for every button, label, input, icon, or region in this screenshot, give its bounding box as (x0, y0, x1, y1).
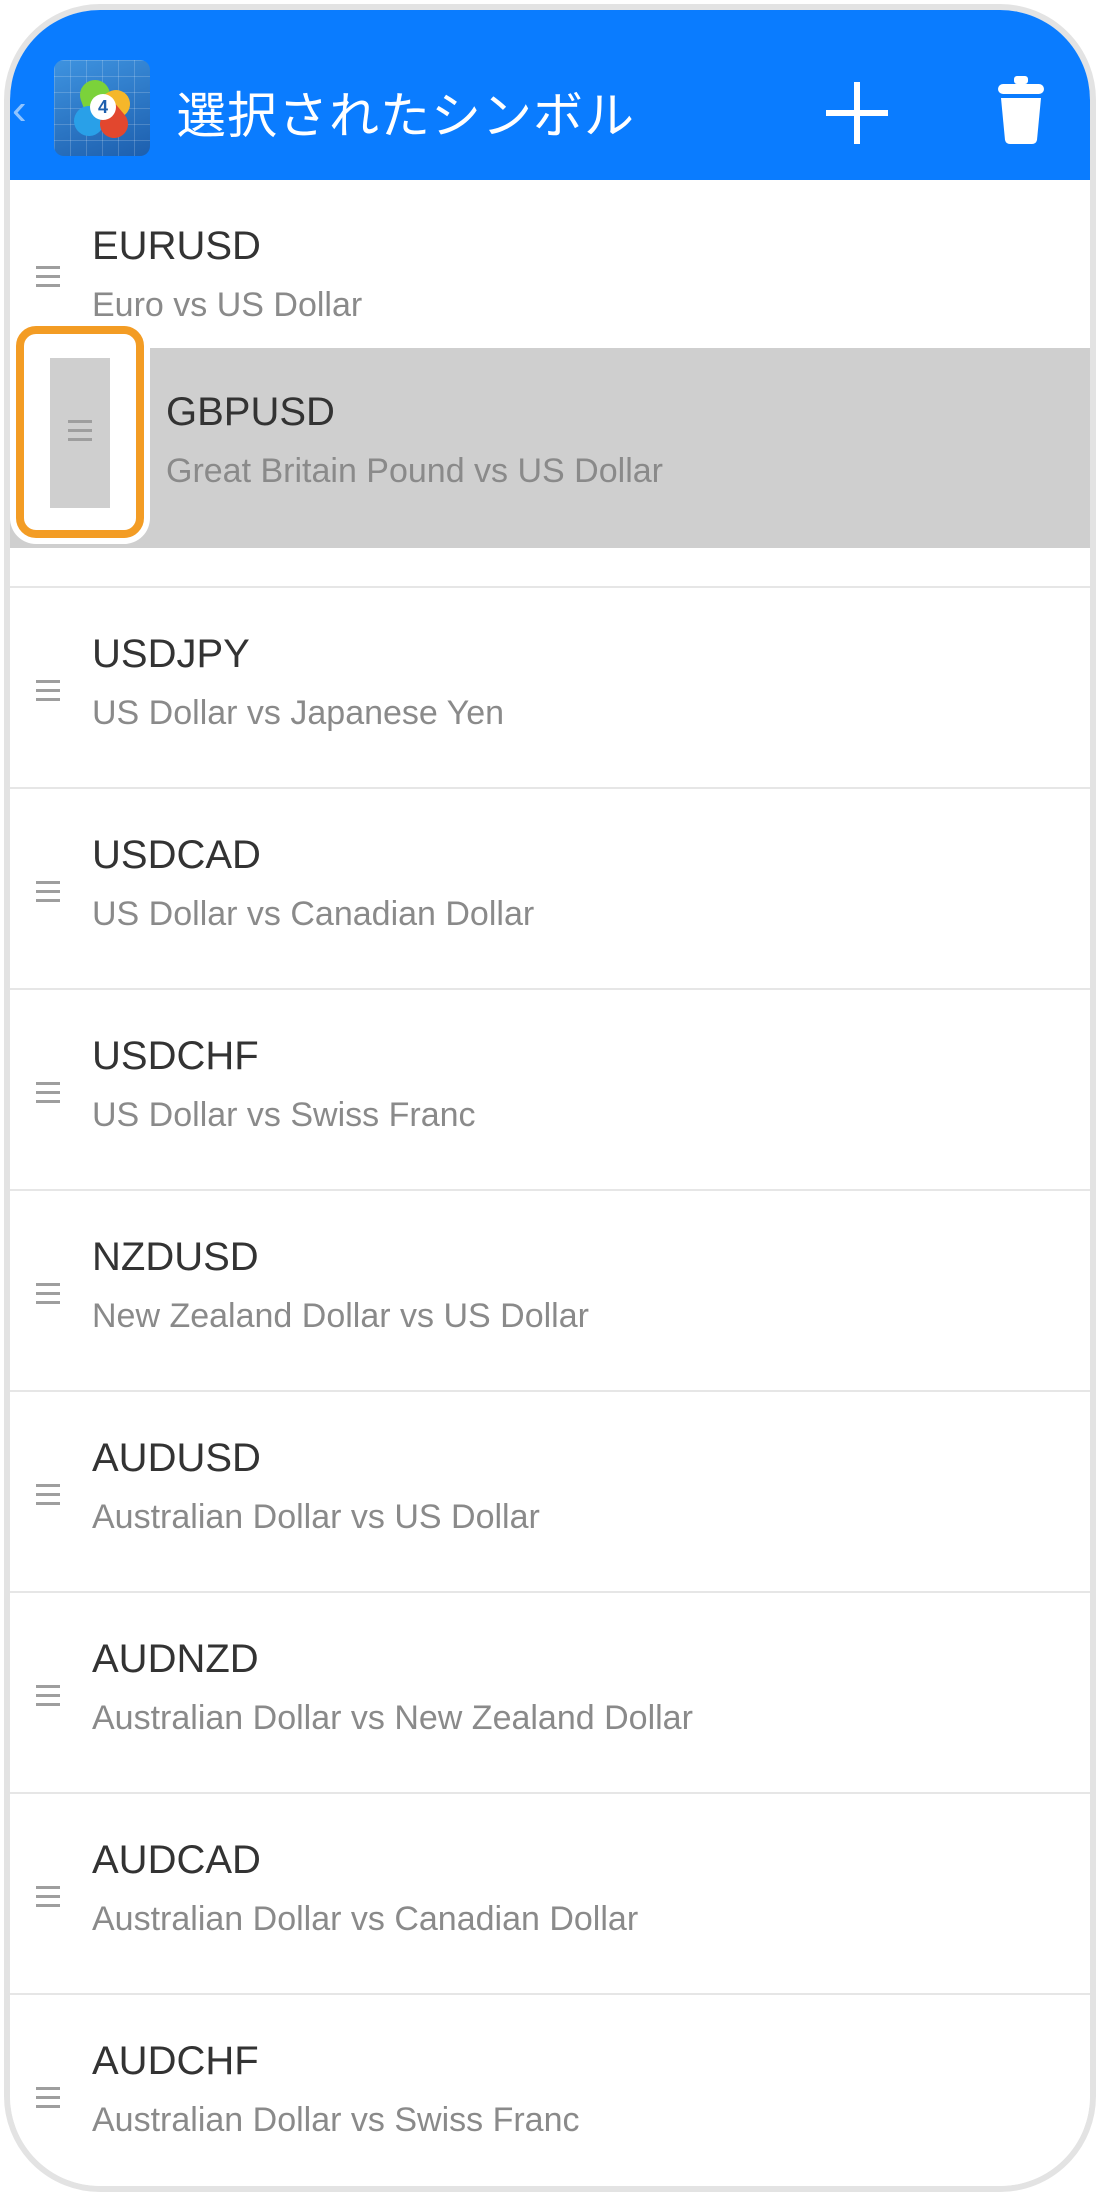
drag-handle-icon[interactable] (36, 1884, 60, 1910)
drag-handle-icon[interactable] (36, 879, 60, 905)
list-item[interactable]: AUDCHF Australian Dollar vs Swiss Franc (10, 1995, 1090, 2186)
symbol-name: AUDCAD (92, 1838, 261, 1882)
symbol-description: Great Britain Pound vs US Dollar (166, 452, 663, 490)
symbol-description: Australian Dollar vs Swiss Franc (92, 2101, 580, 2139)
symbol-description: Australian Dollar vs Canadian Dollar (92, 1900, 639, 1938)
drag-handle-icon[interactable] (36, 678, 60, 704)
drag-handle-icon[interactable] (36, 1482, 60, 1508)
symbol-description: Australian Dollar vs US Dollar (92, 1498, 540, 1536)
symbol-description: New Zealand Dollar vs US Dollar (92, 1297, 589, 1335)
symbol-description: US Dollar vs Japanese Yen (92, 694, 505, 732)
list-item[interactable]: AUDCAD Australian Dollar vs Canadian Dol… (10, 1794, 1090, 1995)
phone-frame: ‹ 4 選択されたシンボル EURUSD Euro vs US Dollar G… (4, 4, 1096, 2192)
add-symbol-button[interactable] (822, 78, 892, 148)
drag-handle-icon[interactable] (36, 264, 60, 290)
app-bar: ‹ 4 選択されたシンボル (10, 10, 1090, 180)
symbol-description: US Dollar vs Canadian Dollar (92, 895, 535, 933)
symbol-name: AUDNZD (92, 1637, 259, 1681)
trash-icon[interactable] (994, 74, 1048, 146)
drag-handle-icon[interactable] (36, 1080, 60, 1106)
symbol-name: USDJPY (92, 632, 250, 676)
drag-handle-highlight (16, 326, 144, 538)
list-item[interactable]: USDJPY US Dollar vs Japanese Yen (10, 588, 1090, 789)
symbol-name: USDCHF (92, 1034, 259, 1078)
app-logo: 4 (54, 60, 150, 156)
drop-placeholder (10, 548, 1090, 588)
logo-badge: 4 (90, 94, 116, 120)
page-title: 選択されたシンボル (176, 87, 635, 145)
symbol-description: Australian Dollar vs New Zealand Dollar (92, 1699, 693, 1737)
symbol-description: US Dollar vs Swiss Franc (92, 1096, 476, 1134)
symbol-name: EURUSD (92, 224, 261, 268)
list-item[interactable]: NZDUSD New Zealand Dollar vs US Dollar (10, 1191, 1090, 1392)
symbol-name: AUDUSD (92, 1436, 261, 1480)
symbol-name: USDCAD (92, 833, 261, 877)
drag-handle-icon[interactable] (36, 1683, 60, 1709)
symbol-name: GBPUSD (166, 390, 335, 434)
list-item[interactable]: AUDNZD Australian Dollar vs New Zealand … (10, 1593, 1090, 1794)
symbol-name: NZDUSD (92, 1235, 259, 1279)
list-item[interactable]: USDCAD US Dollar vs Canadian Dollar (10, 789, 1090, 990)
drag-handle-icon[interactable] (68, 418, 92, 444)
symbol-list: EURUSD Euro vs US Dollar GBPUSD Great Br… (10, 180, 1090, 2186)
list-item[interactable]: USDCHF US Dollar vs Swiss Franc (10, 990, 1090, 1191)
back-icon[interactable]: ‹ (12, 80, 42, 140)
drag-handle-icon[interactable] (36, 1281, 60, 1307)
list-item-dragging[interactable]: GBPUSD Great Britain Pound vs US Dollar (10, 348, 1090, 548)
symbol-name: AUDCHF (92, 2039, 259, 2083)
list-item[interactable]: AUDUSD Australian Dollar vs US Dollar (10, 1392, 1090, 1593)
drag-handle-icon[interactable] (36, 2085, 60, 2111)
list-item[interactable]: EURUSD Euro vs US Dollar (10, 180, 1090, 348)
symbol-description: Euro vs US Dollar (92, 286, 363, 324)
